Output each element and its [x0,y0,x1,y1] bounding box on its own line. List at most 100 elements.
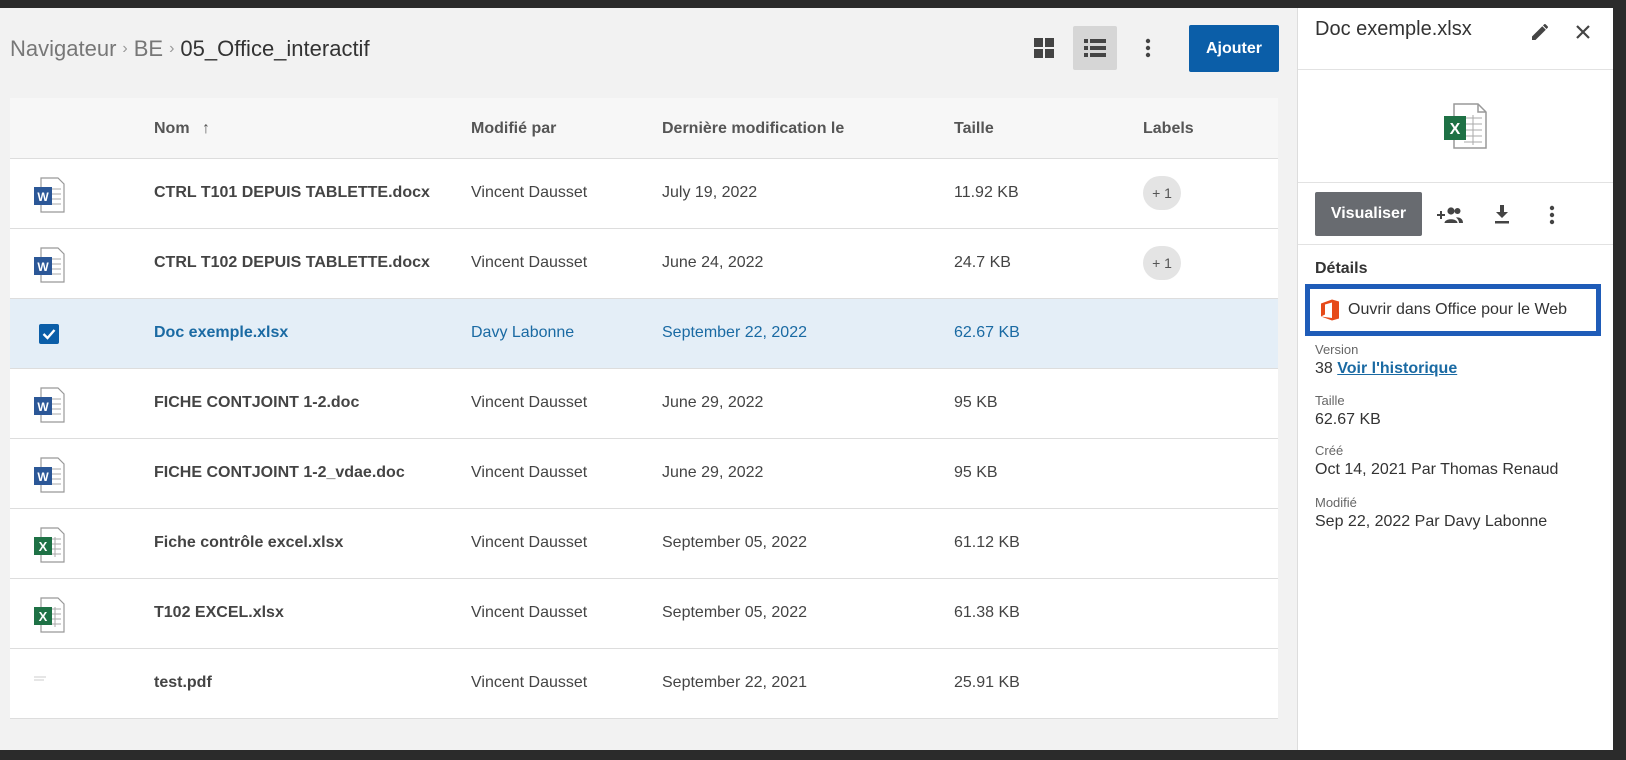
history-link[interactable]: Voir l'historique [1337,360,1457,377]
label-badge[interactable]: + 1 [1143,176,1181,210]
modified-by: Vincent Dausset [471,674,588,691]
panel-title: Doc exemple.xlsx [1315,18,1472,40]
close-panel-button[interactable] [1569,18,1597,46]
word-file-icon: W [34,457,65,493]
grid-view-icon [1034,38,1054,58]
row-checkbox[interactable] [39,324,59,344]
file-size: 61.38 KB [954,604,1020,621]
svg-text:X: X [1450,121,1461,138]
word-file-icon: W [34,247,65,283]
more-options-button[interactable] [1126,26,1170,70]
modified-by: Vincent Dausset [471,464,588,481]
modified-date: September 05, 2022 [662,534,807,551]
file-size: 95 KB [954,464,998,481]
open-in-office-button[interactable]: Ouvrir dans Office pour le Web [1305,284,1601,336]
word-file-icon: W [34,387,65,423]
file-size: 61.12 KB [954,534,1020,551]
modified-date: September 22, 2021 [662,674,807,691]
table-row[interactable]: W CTRL T102 DEPUIS TABLETTE.docx Vincent D… [10,229,1278,299]
breadcrumb: Navigateur › BE › 05_Office_interactif [10,36,370,62]
chevron-right-icon: › [122,40,128,57]
file-name[interactable]: T102 EXCEL.xlsx [154,604,284,622]
file-name[interactable]: CTRL T101 DEPUIS TABLETTE.docx [154,184,430,202]
excel-file-icon: X [34,527,65,563]
list-view-icon [1084,39,1106,57]
list-view-button[interactable] [1073,26,1117,70]
table-header: Nom ↑ Modifié par Dernière modification … [10,98,1278,159]
file-size: 95 KB [954,394,998,411]
modified-value: Sep 22, 2022 Par Davy Labonne [1315,513,1548,530]
file-preview: X [1298,70,1613,183]
close-icon [1576,25,1590,39]
add-people-icon [1437,207,1463,223]
details-panel: Doc exemple.xlsx X Visualiser Détails Ou… [1297,8,1613,750]
svg-text:W: W [37,400,49,414]
table-row[interactable]: W FICHE CONTJOINT 1-2_vdae.doc Vincent Dau… [10,439,1278,509]
file-size: 62.67 KB [954,324,1020,341]
download-button[interactable] [1488,201,1516,229]
column-header-size[interactable]: Taille [954,120,994,138]
table-row[interactable]: test.pdf Vincent Dausset September 22, 202… [10,649,1278,719]
file-name[interactable]: CTRL T102 DEPUIS TABLETTE.docx [154,254,430,272]
table-row[interactable]: X T102 EXCEL.xlsx Vincent Dausset September… [10,579,1278,649]
file-name[interactable]: Fiche contrôle excel.xlsx [154,534,343,552]
details-heading: Détails [1315,260,1368,277]
modified-by: Davy Labonne [471,324,575,341]
panel-actions: Visualiser [1298,183,1613,245]
more-vertical-icon [1549,205,1555,225]
panel-header: Doc exemple.xlsx [1298,8,1613,70]
sort-ascending-icon: ↑ [202,120,211,137]
size-value: 62.67 KB [1315,411,1381,428]
label-badge[interactable]: + 1 [1143,246,1181,280]
pdf-file-icon [34,676,46,681]
rename-button[interactable] [1526,18,1554,46]
file-name[interactable]: FICHE CONTJOINT 1-2_vdae.doc [154,464,405,482]
modified-date: September 22, 2022 [662,324,807,341]
share-button[interactable] [1435,201,1463,229]
size-label: Taille [1315,393,1345,408]
view-button[interactable]: Visualiser [1315,192,1422,236]
pencil-icon [1532,24,1548,40]
column-header-name[interactable]: Nom ↑ [154,120,210,138]
more-vertical-icon [1145,38,1151,58]
panel-more-button[interactable] [1538,201,1566,229]
grid-view-button[interactable] [1022,26,1066,70]
table-body: W CTRL T101 DEPUIS TABLETTE.docx Vincent D… [10,159,1278,719]
download-icon [1495,205,1509,224]
column-header-modified-by[interactable]: Modifié par [471,120,556,138]
top-bar: Navigateur › BE › 05_Office_interactif A… [0,8,1295,88]
table-row[interactable]: W FICHE CONTJOINT 1-2.doc Vincent Dausset J… [10,369,1278,439]
modified-date: July 19, 2022 [662,184,758,201]
add-button[interactable]: Ajouter [1189,25,1279,72]
file-name[interactable]: FICHE CONTJOINT 1-2.doc [154,394,359,412]
svg-text:W: W [37,190,49,204]
excel-file-icon: X [34,597,65,633]
version-value: 38 Voir l'historique [1315,360,1457,378]
table-row[interactable]: W CTRL T101 DEPUIS TABLETTE.docx Vincent D… [10,159,1278,229]
file-name[interactable]: Doc exemple.xlsx [154,324,288,342]
breadcrumb-item-navigateur[interactable]: Navigateur [10,36,116,62]
table-row[interactable]: Doc exemple.xlsx Davy Labonne September 22… [10,299,1278,369]
modified-date: June 24, 2022 [662,254,764,271]
modified-by: Vincent Dausset [471,394,588,411]
breadcrumb-item-be[interactable]: BE [134,36,163,62]
file-size: 11.92 KB [954,184,1019,201]
office-icon [1321,299,1339,321]
table-row[interactable]: X Fiche contrôle excel.xlsx Vincent Dausse… [10,509,1278,579]
created-value: Oct 14, 2021 Par Thomas Renaud [1315,461,1559,478]
svg-text:W: W [37,260,49,274]
svg-text:W: W [37,470,49,484]
version-number: 38 [1315,360,1333,377]
chevron-right-icon: › [169,40,175,57]
file-name[interactable]: test.pdf [154,674,212,692]
modified-by: Vincent Dausset [471,604,588,621]
checkmark-icon [42,329,56,340]
file-browser: Navigateur › BE › 05_Office_interactif A… [0,8,1295,750]
file-table: Nom ↑ Modifié par Dernière modification … [10,98,1278,719]
modified-label: Modifié [1315,495,1357,510]
column-header-modified-on[interactable]: Dernière modification le [662,120,844,138]
open-in-office-label: Ouvrir dans Office pour le Web [1348,301,1568,318]
version-label: Version [1315,342,1359,357]
modified-by: Vincent Dausset [471,254,588,271]
excel-file-icon: X [1444,103,1487,149]
